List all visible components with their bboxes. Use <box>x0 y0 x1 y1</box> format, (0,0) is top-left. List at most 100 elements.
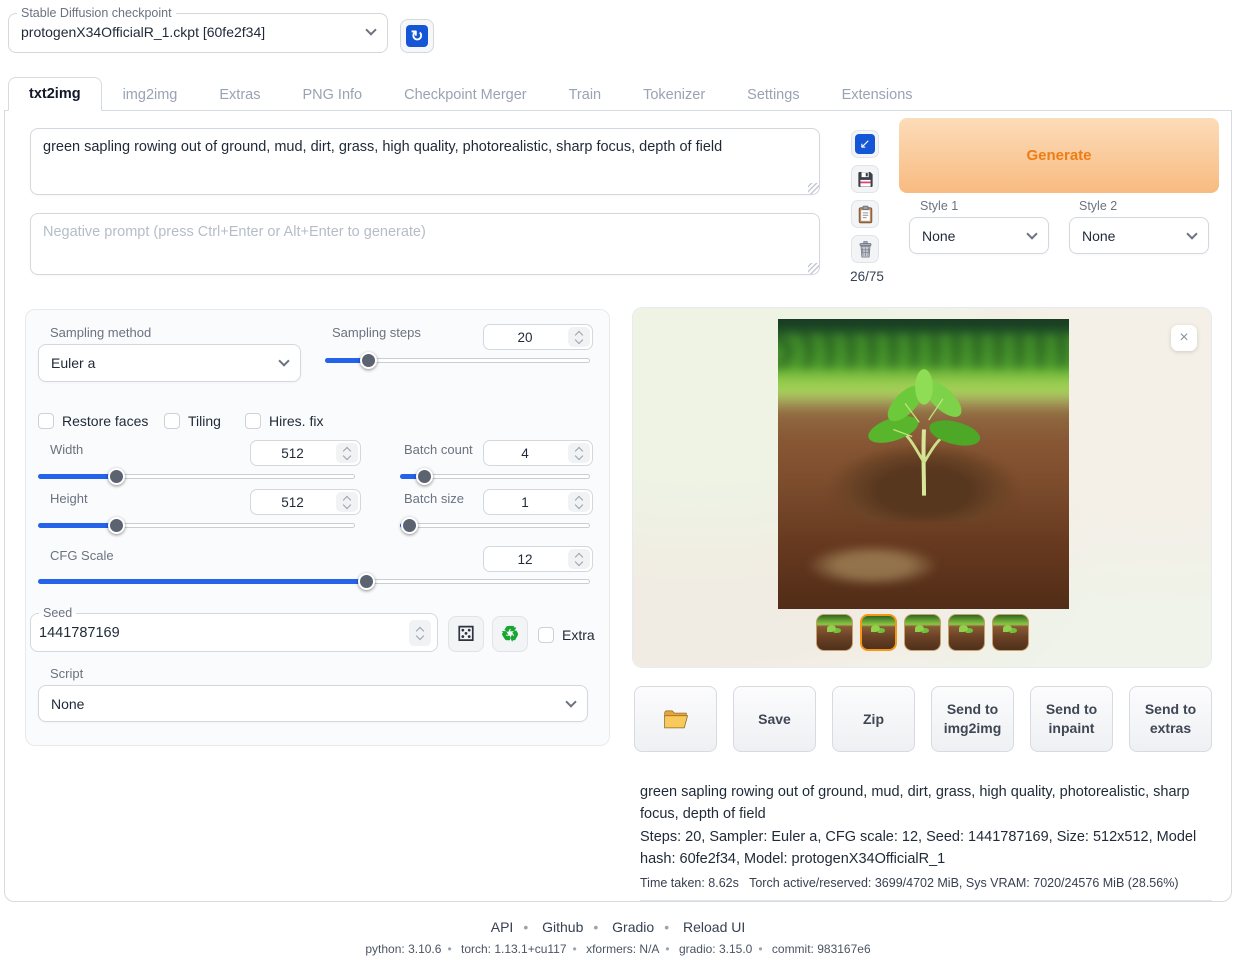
save-style-button[interactable] <box>851 165 879 193</box>
checkpoint-value: protogenX34OfficialR_1.ckpt [60fe2f34] <box>21 24 265 40</box>
restore-faces-checkbox[interactable] <box>38 413 54 429</box>
cfg-scale-input-box <box>483 546 593 572</box>
batch-size-label: Batch size <box>404 491 464 506</box>
tab-checkpoint-merger[interactable]: Checkpoint Merger <box>383 78 548 111</box>
generate-button[interactable]: Generate <box>899 118 1219 193</box>
stepper-arrows[interactable] <box>568 327 590 347</box>
tiling-checkbox[interactable] <box>164 413 180 429</box>
slider-thumb[interactable] <box>416 468 433 485</box>
stepper-arrows[interactable] <box>336 443 358 463</box>
seed-label: Seed <box>39 606 76 620</box>
send-to-extras-button[interactable]: Send to extras <box>1129 686 1212 752</box>
folder-icon <box>663 708 689 730</box>
height-input-box <box>250 489 361 515</box>
style2-value: None <box>1082 228 1115 244</box>
height-label: Height <box>50 491 88 506</box>
height-input[interactable] <box>251 495 334 510</box>
footer-links: API• Github• Gradio• Reload UI <box>0 919 1236 935</box>
style2-dropdown[interactable]: None <box>1069 217 1209 254</box>
width-input[interactable] <box>251 446 334 461</box>
batch-count-slider[interactable] <box>400 474 590 479</box>
stepper-arrows[interactable] <box>409 620 431 646</box>
tab-tokenizer[interactable]: Tokenizer <box>622 78 726 111</box>
slider-thumb[interactable] <box>401 517 418 534</box>
batch-count-input[interactable] <box>484 446 566 461</box>
sapling-plant <box>864 368 984 498</box>
batch-size-input[interactable] <box>484 495 566 510</box>
cfg-scale-slider[interactable] <box>38 579 590 584</box>
checkpoint-label: Stable Diffusion checkpoint <box>17 6 176 20</box>
save-button[interactable]: Save <box>733 686 816 752</box>
gallery-thumbnail-4[interactable] <box>948 614 985 651</box>
batch-size-slider[interactable] <box>400 523 590 528</box>
close-gallery-button[interactable]: × <box>1171 325 1197 351</box>
tab-settings[interactable]: Settings <box>726 78 820 111</box>
stepper-arrows[interactable] <box>568 443 590 463</box>
tiling-label: Tiling <box>188 413 221 429</box>
sampling-method-label: Sampling method <box>50 325 151 340</box>
style1-label: Style 1 <box>920 199 958 213</box>
generation-performance: Time taken: 8.62s Torch active/reserved:… <box>640 876 1212 890</box>
sampling-steps-slider[interactable] <box>325 358 590 363</box>
footer-link-api[interactable]: API <box>491 919 514 935</box>
generated-image[interactable] <box>778 319 1069 609</box>
gallery-thumbnail-5[interactable] <box>992 614 1029 651</box>
seed-input[interactable] <box>39 625 407 641</box>
footer-link-github[interactable]: Github <box>542 919 583 935</box>
footer-versions: python: 3.10.6• torch: 1.13.1+cu117• xfo… <box>0 942 1236 956</box>
refresh-icon: ↻ <box>406 25 428 47</box>
tab-extensions[interactable]: Extensions <box>821 78 934 111</box>
negative-prompt-input[interactable] <box>30 213 820 275</box>
paste-generation-params-button[interactable]: ↙ <box>851 130 879 158</box>
prompt-input[interactable]: green sapling rowing out of ground, mud,… <box>30 128 820 195</box>
sampling-method-dropdown[interactable]: Euler a <box>38 344 301 382</box>
floppy-disk-icon <box>856 170 875 189</box>
cfg-scale-label: CFG Scale <box>50 548 114 563</box>
extra-seed-checkbox[interactable] <box>538 627 554 643</box>
chevron-down-icon <box>365 24 376 35</box>
cfg-scale-input[interactable] <box>484 552 566 567</box>
reuse-seed-button[interactable]: ♻ <box>492 616 528 652</box>
gallery-thumbnail-3[interactable] <box>904 614 941 651</box>
time-taken: Time taken: 8.62s <box>640 876 739 890</box>
tab-extras[interactable]: Extras <box>198 78 281 111</box>
version-gradio: gradio: 3.15.0 <box>679 942 752 956</box>
hires-fix-checkbox[interactable] <box>245 413 261 429</box>
send-to-img2img-button[interactable]: Send to img2img <box>931 686 1014 752</box>
stepper-arrows[interactable] <box>568 492 590 512</box>
token-counter: 26/75 <box>846 269 888 284</box>
style2-label: Style 2 <box>1079 199 1117 213</box>
stepper-arrows[interactable] <box>336 492 358 512</box>
sampling-steps-input[interactable] <box>484 330 566 345</box>
clear-prompt-button[interactable] <box>851 235 879 263</box>
script-label: Script <box>50 666 83 681</box>
gallery-thumbnail-1[interactable] <box>816 614 853 651</box>
refresh-checkpoint-button[interactable]: ↻ <box>400 19 434 53</box>
width-slider[interactable] <box>38 474 355 479</box>
chevron-down-icon <box>1186 228 1197 239</box>
output-gallery: × <box>632 307 1212 668</box>
footer-link-gradio[interactable]: Gradio <box>612 919 654 935</box>
height-slider[interactable] <box>38 523 355 528</box>
tab-img2img[interactable]: img2img <box>102 78 199 111</box>
random-seed-button[interactable]: ⚄ <box>448 616 484 652</box>
apply-style-button[interactable] <box>851 200 879 228</box>
style1-value: None <box>922 228 955 244</box>
gallery-thumbnail-2-selected[interactable] <box>860 614 897 651</box>
tab-txt2img[interactable]: txt2img <box>8 77 102 111</box>
open-folder-button[interactable] <box>634 686 717 752</box>
checkpoint-dropdown[interactable]: protogenX34OfficialR_1.ckpt [60fe2f34] <box>9 20 387 40</box>
restore-faces-label: Restore faces <box>62 413 148 429</box>
hires-fix-option: Hires. fix <box>245 413 323 429</box>
zip-button[interactable]: Zip <box>832 686 915 752</box>
footer-link-reload-ui[interactable]: Reload UI <box>683 919 745 935</box>
gallery-thumbnails <box>633 614 1211 651</box>
slider-thumb[interactable] <box>358 573 375 590</box>
style1-dropdown[interactable]: None <box>909 217 1049 254</box>
stepper-arrows[interactable] <box>568 549 590 569</box>
script-dropdown[interactable]: None <box>38 685 588 722</box>
tab-train[interactable]: Train <box>548 78 623 111</box>
tab-png-info[interactable]: PNG Info <box>281 78 383 111</box>
hires-fix-label: Hires. fix <box>269 413 323 429</box>
send-to-inpaint-button[interactable]: Send to inpaint <box>1030 686 1113 752</box>
